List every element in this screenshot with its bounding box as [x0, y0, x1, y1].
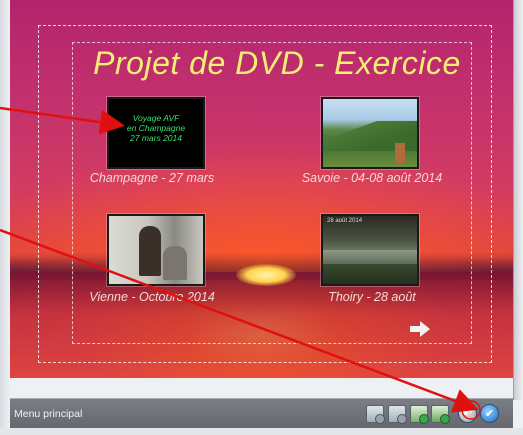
thumb-caption: 28 août 2014 [327, 218, 363, 224]
undo-icon[interactable]: ↶ [458, 404, 477, 423]
right-arrow-icon[interactable] [408, 319, 432, 339]
menu-layout-icon-1[interactable] [366, 405, 385, 424]
thumb-line: Voyage AVF [132, 113, 180, 123]
chapter-label-thoiry[interactable]: Thoiry - 28 août [292, 290, 452, 304]
chapter-thumb-savoie[interactable] [321, 97, 419, 169]
menu-layout-icon-2[interactable] [388, 405, 407, 424]
thumb-line: 27 mars 2014 [130, 133, 182, 143]
right-arrow-icon-shape [410, 321, 430, 337]
chapter-label-vienne[interactable]: Vienne - Octobre 2014 [72, 290, 232, 304]
thumb-line: en Champagne [126, 123, 186, 133]
status-bar: Menu principal ↶ ✔ [10, 398, 513, 429]
chapter-thumb-vienne[interactable] [107, 214, 205, 286]
chapter-thumb-champagne[interactable]: Voyage AVF en Champagne 27 mars 2014 [107, 97, 205, 169]
chapter-thumb-thoiry[interactable]: 28 août 2014 [321, 214, 419, 286]
add-submenu-icon[interactable] [431, 405, 450, 424]
menu-title[interactable]: Projet de DVD - Exercice [82, 45, 472, 82]
status-label: Menu principal [14, 408, 83, 420]
bottom-margin [0, 428, 523, 435]
thumb-person [163, 246, 187, 280]
thumb-text: Voyage AVF en Champagne 27 mars 2014 [109, 113, 203, 143]
menu-preview: Projet de DVD - Exercice Voyage AVF en C… [10, 0, 513, 378]
scrollbar-strip[interactable] [513, 0, 523, 400]
add-menu-icon[interactable] [410, 405, 429, 424]
thumb-tower [395, 143, 405, 163]
thumb-lake [323, 250, 417, 264]
confirm-icon[interactable]: ✔ [480, 404, 499, 423]
thumb-person [139, 226, 161, 276]
chapter-label-champagne[interactable]: Champagne - 27 mars [72, 171, 232, 185]
left-margin [0, 0, 10, 435]
chapter-label-savoie[interactable]: Savoie - 04-08 août 2014 [292, 171, 452, 185]
dvd-menu-editor: Projet de DVD - Exercice Voyage AVF en C… [0, 0, 523, 435]
